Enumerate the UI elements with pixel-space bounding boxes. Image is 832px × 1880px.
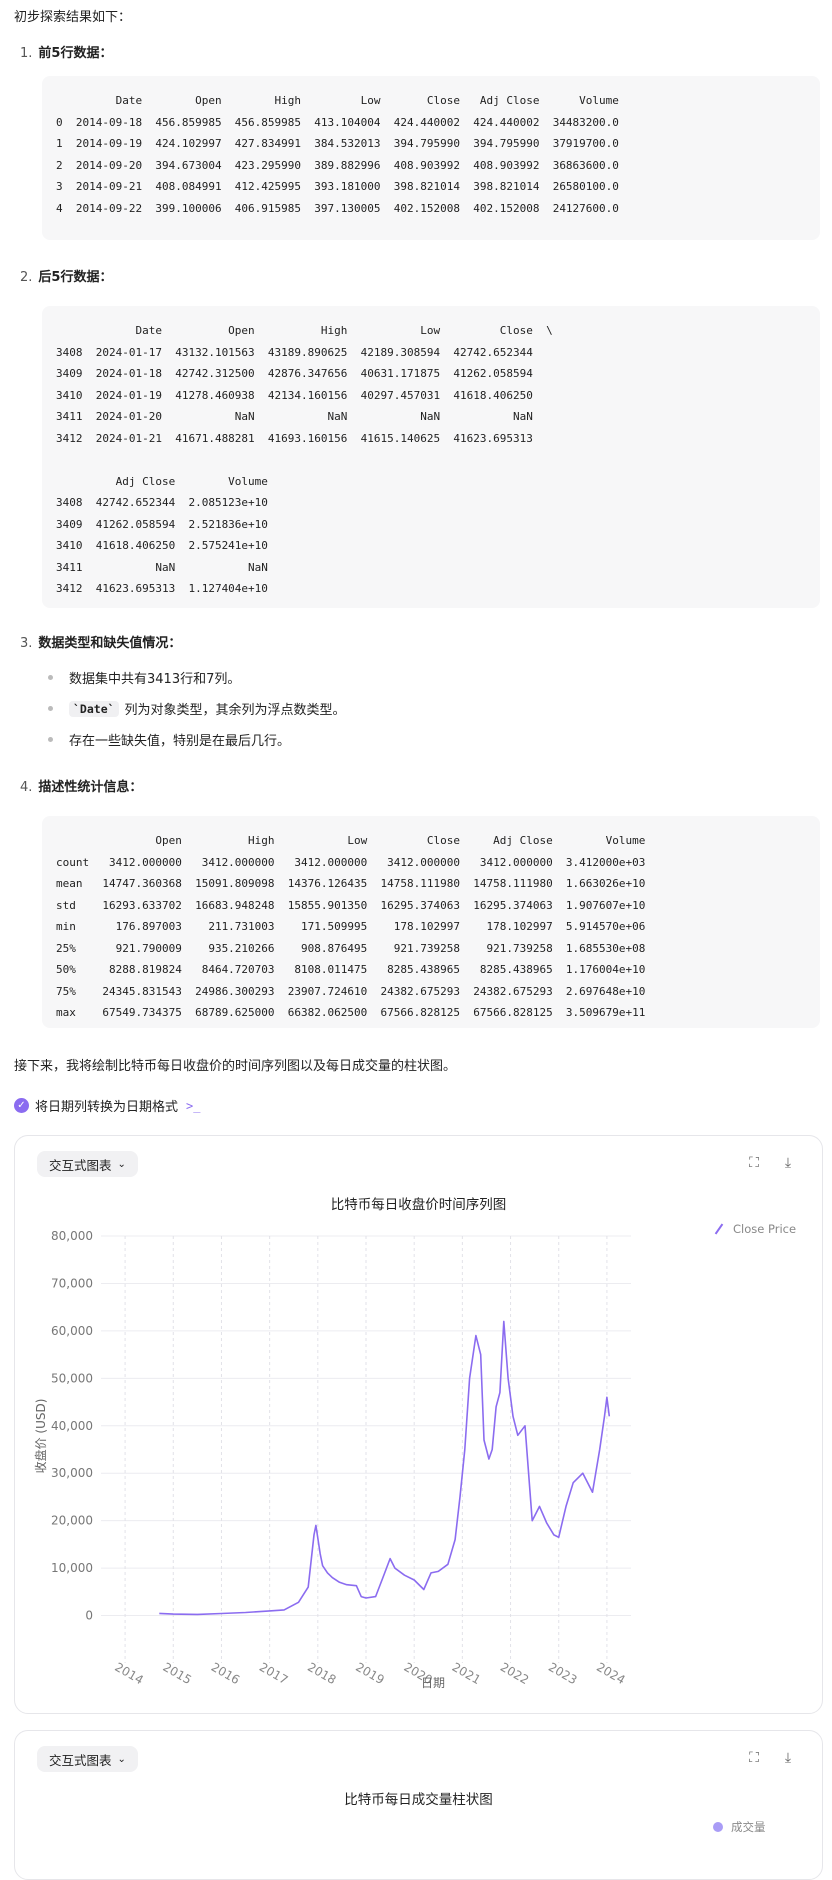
intro-text: 初步探索结果如下： (14, 10, 132, 25)
x-tick-label: 2015 (161, 1660, 194, 1687)
bullet-dot (48, 706, 53, 711)
bullet-text: 列为对象类型，其余列为浮点数类型。 (124, 703, 346, 718)
dtype-bullet-list: 数据集中共有3413行和7列。 `Date` 列为对象类型，其余列为浮点数类型。… (48, 662, 346, 755)
section-1-heading: 1. 前5行数据： (20, 42, 112, 61)
terminal-icon[interactable]: >_ (186, 1099, 200, 1113)
x-tick-label: 2018 (305, 1660, 338, 1687)
y-tick-label: 30,000 (51, 1466, 93, 1480)
y-tick-label: 10,000 (51, 1561, 93, 1575)
bullet-text: 存在一些缺失值，特别是在最后几行。 (69, 734, 291, 749)
y-tick-label: 0 (85, 1609, 93, 1623)
check-icon: ✓ (14, 1098, 29, 1113)
section-3-title: 数据类型和缺失值情况： (38, 636, 182, 651)
x-tick-label: 2023 (546, 1660, 579, 1687)
y-tick-label: 80,000 (51, 1229, 93, 1243)
chevron-down-icon: ⌄ (117, 1753, 126, 1765)
x-tick-label: 2019 (353, 1660, 386, 1687)
chart-grid (101, 1235, 631, 1663)
close-price-line-chart: 0 10,000 20,000 30,000 40,000 50,000 60,000 70,… (33, 1229, 631, 1690)
section-2-title: 后5行数据： (38, 270, 113, 285)
section-4-title: 描述性统计信息： (38, 780, 143, 795)
close-price-chart-card: 交互式图表 ⌄ ⛶ ⤓ 比特币每日收盘价时间序列图 Close Price 01… (14, 1135, 823, 1714)
tool-step[interactable]: ✓ 将日期列转换为日期格式 >_ (14, 1096, 200, 1115)
y-tick-labels: 0 10,000 20,000 30,000 40,000 50,000 60,000 70,… (51, 1229, 93, 1623)
y-axis-label: 收盘价 (USD) (33, 1399, 48, 1474)
x-tick-label: 2016 (209, 1660, 242, 1687)
section-2-number: 2. (20, 270, 33, 285)
volume-chart-card: 交互式图表 ⌄ ⛶ ⤓ 比特币每日成交量柱状图 成交量 (14, 1730, 823, 1880)
x-tick-label: 2017 (257, 1660, 290, 1687)
section-2-heading: 2. 后5行数据： (20, 266, 112, 285)
dropdown-label: 交互式图表 (49, 1752, 112, 1768)
close-price-series-line (159, 1320, 611, 1616)
next-step-text: 接下来，我将绘制比特币每日收盘价的时间序列图以及每日成交量的柱状图。 (14, 1059, 457, 1074)
x-tick-label: 2024 (594, 1660, 627, 1687)
chart-type-dropdown[interactable]: 交互式图表 ⌄ (37, 1746, 138, 1772)
y-tick-label: 70,000 (51, 1276, 93, 1290)
section-3-heading: 3. 数据类型和缺失值情况： (20, 632, 181, 651)
y-tick-label: 60,000 (51, 1324, 93, 1338)
legend-dot-swatch (713, 1822, 723, 1832)
stats-code-block[interactable]: Open High Low Close Adj Close Volume cou… (42, 816, 820, 1028)
section-3-number: 3. (20, 636, 33, 651)
tool-step-label: 将日期列转换为日期格式 (35, 1100, 179, 1115)
section-4-number: 4. (20, 780, 33, 795)
y-tick-label: 20,000 (51, 1514, 93, 1528)
x-axis-label: 日期 (421, 1676, 445, 1690)
list-item: 数据集中共有3413行和7列。 (48, 662, 346, 693)
x-tick-label: 2014 (112, 1660, 145, 1687)
tail-code-block[interactable]: Date Open High Low Close \ 3408 2024-01-… (42, 306, 820, 608)
bullet-dot (48, 737, 53, 742)
y-tick-label: 40,000 (51, 1419, 93, 1433)
legend-label: 成交量 (731, 1820, 766, 1834)
bullet-text: 数据集中共有3413行和7列。 (69, 672, 241, 687)
section-1-title: 前5行数据： (38, 46, 113, 61)
x-tick-label: 2021 (450, 1660, 483, 1687)
chart-legend[interactable]: 成交量 (713, 1819, 766, 1835)
list-item: `Date` 列为对象类型，其余列为浮点数类型。 (48, 693, 346, 724)
section-4-heading: 4. 描述性统计信息： (20, 776, 142, 795)
download-icon[interactable]: ⤓ (779, 1749, 797, 1767)
y-tick-label: 50,000 (51, 1371, 93, 1385)
x-tick-labels: 2014 2015 2016 2017 2018 2019 2020 2021 2022 2023… (112, 1660, 627, 1687)
inline-code: `Date` (69, 700, 119, 717)
fullscreen-icon[interactable]: ⛶ (745, 1749, 763, 1767)
head-code-block[interactable]: Date Open High Low Close Adj Close Volum… (42, 76, 820, 240)
x-tick-label: 2022 (498, 1660, 531, 1687)
list-item: 存在一些缺失值，特别是在最后几行。 (48, 724, 346, 755)
section-1-number: 1. (20, 46, 33, 61)
bullet-dot (48, 675, 53, 680)
page: 初步探索结果如下： 1. 前5行数据： Date Open High Low Cl… (0, 0, 832, 1880)
chart-title: 比特币每日成交量柱状图 (344, 1792, 493, 1808)
